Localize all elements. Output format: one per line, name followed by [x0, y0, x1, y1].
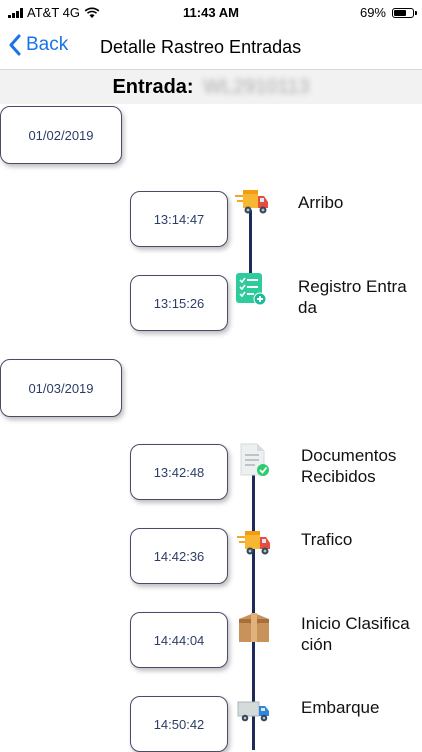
time-box: 14:42:36 [130, 528, 228, 584]
delivery-truck-icon [236, 527, 270, 561]
entry-id: WL2910113 [203, 76, 310, 98]
date-box: 01/02/2019 [0, 106, 122, 164]
nav-bar: Back Detalle Rastreo Entradas [0, 28, 422, 70]
time-box: 13:14:47 [130, 191, 228, 247]
truck-icon [236, 694, 270, 728]
event-label: Documentos Recibidos [301, 446, 397, 486]
status-right: 69% [359, 5, 417, 20]
battery-percent: 69% [359, 5, 386, 20]
box-icon [237, 610, 271, 644]
battery-fill [394, 9, 406, 16]
date-box: 01/03/2019 [0, 359, 122, 417]
back-label: Back [26, 34, 69, 55]
back-button[interactable]: Back [8, 34, 68, 56]
time-box: 13:42:48 [130, 444, 228, 500]
event-label: Trafico [301, 530, 353, 549]
time-box: 14:44:04 [130, 612, 228, 668]
chevron-left-icon [9, 34, 21, 56]
entry-label: Entrada: [112, 76, 194, 98]
entry-header: Entrada: WL2910113 [0, 70, 422, 104]
status-time: 11:43 AM [183, 5, 239, 20]
event-label: Registro Entrada [298, 277, 407, 317]
delivery-truck-icon [234, 186, 268, 220]
event-label: Embarque [301, 698, 380, 717]
event-label: Arribo [298, 193, 344, 212]
battery-icon [392, 7, 417, 18]
time-box: 14:50:42 [130, 696, 228, 752]
page-title: Detalle Rastreo Entradas [100, 37, 302, 57]
time-box: 13:15:26 [130, 275, 228, 331]
event-label: Inicio Clasificación [301, 614, 410, 654]
document-check-icon [237, 442, 271, 476]
checklist-icon [234, 271, 268, 306]
status-bar: AT&T 4G 11:43 AM 69% [0, 0, 422, 28]
